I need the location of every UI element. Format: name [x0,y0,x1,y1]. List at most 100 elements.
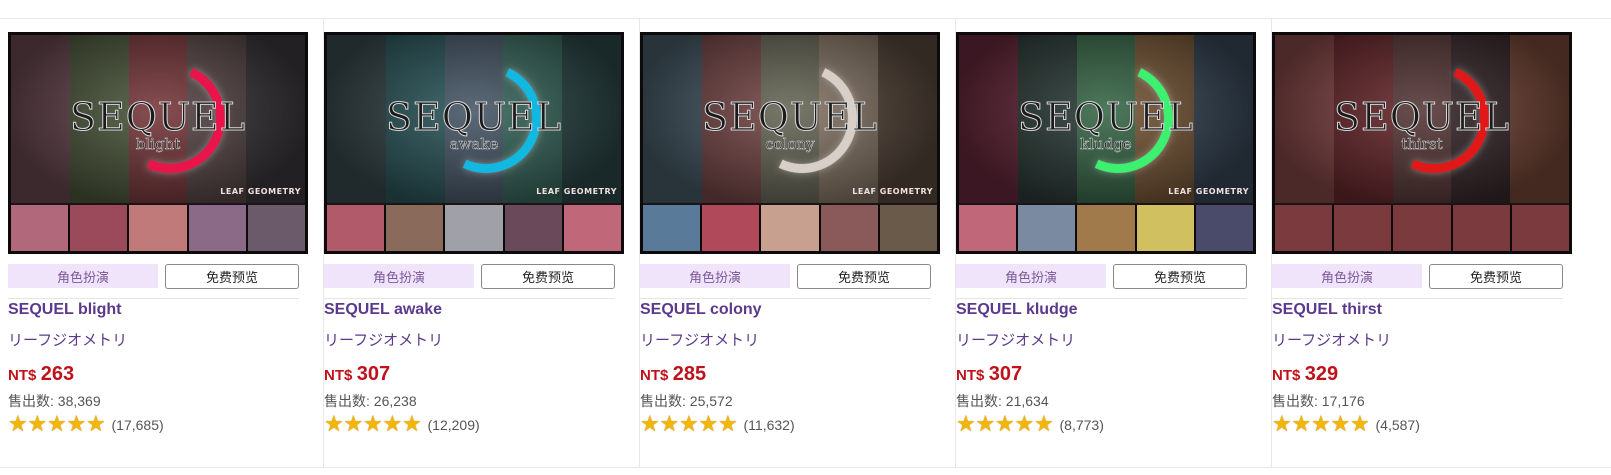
sales-label: 售出数: [8,393,58,409]
review-count[interactable]: (11,632) [744,417,795,433]
sales-count: 售出数: 26,238 [324,391,417,411]
star-rating: ★ ★ ★ ★ ★ [8,414,106,436]
star-icon: ★ [956,412,976,437]
product-card: SEQUEL blight LEAF GEOMETRY 角色扮演 免费预览 SE… [0,19,324,467]
maker-name[interactable]: リーフジオメトリ [956,329,1075,350]
star-rating: ★ ★ ★ ★ ★ [324,414,422,436]
star-icon: ★ [363,412,383,437]
free-preview-button[interactable]: 免费预览 [1113,264,1247,289]
star-rating: ★ ★ ★ ★ ★ [640,414,738,436]
thumbnail-logo-subtitle: thirst [1401,135,1443,154]
price-amount: 307 [988,363,1023,385]
product-thumbnail[interactable]: SEQUEL awake LEAF GEOMETRY [324,32,624,254]
star-icon: ★ [1034,412,1054,437]
sales-value: 25,572 [689,393,733,409]
maker-name[interactable]: リーフジオメトリ [324,329,443,350]
star-icon: ★ [640,412,660,437]
star-icon: ★ [1350,412,1370,437]
rating: ★ ★ ★ ★ ★ (11,632) [640,414,795,436]
price-currency: NT$ [1272,367,1301,384]
maker-name[interactable]: リーフジオメトリ [1272,329,1391,350]
price-currency: NT$ [324,367,353,384]
star-icon: ★ [1330,412,1351,437]
thumbnail-mini-strip [327,205,621,251]
price-amount: 285 [672,363,707,385]
star-icon: ★ [698,412,719,437]
thumbnail-logo: SEQUEL [702,95,878,140]
product-card: SEQUEL colony LEAF GEOMETRY 角色扮演 免费预览 SE… [632,19,956,467]
genre-tag[interactable]: 角色扮演 [1272,264,1422,288]
review-count[interactable]: (4,587) [1376,417,1420,433]
divider [324,298,615,299]
thumbnail-logo: SEQUEL [386,95,562,140]
star-icon: ★ [86,412,106,437]
genre-tag[interactable]: 角色扮演 [956,264,1106,288]
price: NT$ 307 [956,363,1022,386]
thumbnail-mini-strip [643,205,937,251]
star-icon: ★ [47,412,67,437]
thumbnail-logo: SEQUEL [70,95,246,140]
product-thumbnail[interactable]: SEQUEL thirst [1272,32,1572,254]
star-icon: ★ [995,412,1015,437]
sales-count: 售出数: 38,369 [8,391,101,411]
price: NT$ 285 [640,363,706,386]
thumbnail-maker-mark: LEAF GEOMETRY [536,187,617,196]
genre-tag[interactable]: 角色扮演 [640,264,790,288]
thumbnail-mini-strip [959,205,1253,251]
free-preview-button[interactable]: 免费预览 [797,264,931,289]
star-rating: ★ ★ ★ ★ ★ [956,414,1054,436]
product-title[interactable]: SEQUEL thirst [1272,301,1382,319]
product-title[interactable]: SEQUEL kludge [956,301,1078,319]
product-thumbnail[interactable]: SEQUEL blight LEAF GEOMETRY [8,32,308,254]
thumbnail-logo-subtitle: blight [135,135,181,154]
sales-value: 21,634 [1005,393,1049,409]
product-title[interactable]: SEQUEL awake [324,301,442,319]
thumbnail-mini-strip [11,205,305,251]
price: NT$ 329 [1272,363,1338,386]
star-icon: ★ [343,412,364,437]
review-count[interactable]: (17,685) [112,417,164,433]
star-icon: ★ [975,412,996,437]
divider [1272,298,1563,299]
price-amount: 307 [356,363,391,385]
sales-label: 售出数: [956,393,1006,409]
sales-value: 26,238 [373,393,417,409]
sales-count: 售出数: 25,572 [640,391,733,411]
product-thumbnail[interactable]: SEQUEL colony LEAF GEOMETRY [640,32,940,254]
star-icon: ★ [679,412,699,437]
price: NT$ 263 [8,363,74,386]
product-thumbnail[interactable]: SEQUEL kludge LEAF GEOMETRY [956,32,1256,254]
genre-tag[interactable]: 角色扮演 [324,264,474,288]
maker-name[interactable]: リーフジオメトリ [640,329,759,350]
review-count[interactable]: (12,209) [428,417,480,433]
sales-value: 17,176 [1321,393,1365,409]
product-title[interactable]: SEQUEL colony [640,301,762,319]
maker-name[interactable]: リーフジオメトリ [8,329,127,350]
star-icon: ★ [27,412,48,437]
rating: ★ ★ ★ ★ ★ (12,209) [324,414,480,436]
sales-value: 38,369 [57,393,101,409]
star-icon: ★ [1311,412,1331,437]
price-currency: NT$ [640,367,669,384]
divider [956,298,1247,299]
price-amount: 263 [40,363,75,385]
star-icon: ★ [1291,412,1312,437]
price: NT$ 307 [324,363,390,386]
sales-count: 售出数: 17,176 [1272,391,1365,411]
free-preview-button[interactable]: 免费预览 [481,264,615,289]
star-icon: ★ [718,412,738,437]
free-preview-button[interactable]: 免费预览 [1429,264,1563,289]
product-title[interactable]: SEQUEL blight [8,301,121,319]
product-card: SEQUEL thirst 角色扮演 免费预览 SEQUEL thirst リー… [1264,19,1588,467]
thumbnail-logo-subtitle: colony [765,135,815,154]
price-amount: 329 [1304,363,1339,385]
review-count[interactable]: (8,773) [1060,417,1104,433]
thumbnail-logo: SEQUEL [1334,95,1510,140]
free-preview-button[interactable]: 免费预览 [165,264,299,289]
thumbnail-logo-subtitle: awake [449,135,499,154]
star-icon: ★ [8,412,28,437]
rating: ★ ★ ★ ★ ★ (17,685) [8,414,164,436]
genre-tag[interactable]: 角色扮演 [8,264,158,288]
divider [640,298,931,299]
sales-label: 售出数: [1272,393,1322,409]
